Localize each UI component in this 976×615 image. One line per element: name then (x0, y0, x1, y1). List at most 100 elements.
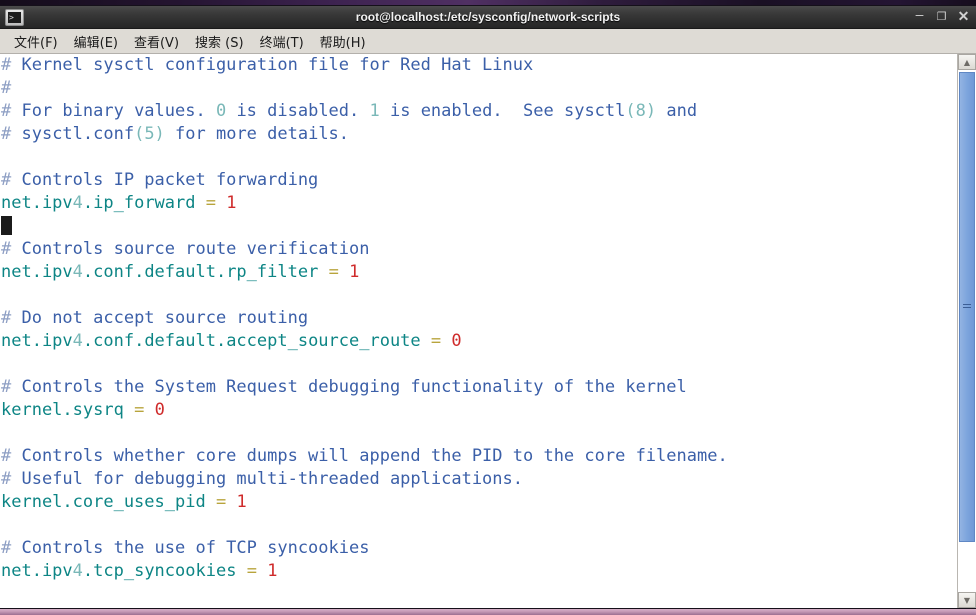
scrollbar-thumb[interactable] (959, 72, 975, 542)
comment-text: 0 (215, 101, 227, 121)
minimize-button[interactable]: – (913, 5, 926, 24)
terminal-line: # Controls IP packet forwarding (0, 169, 957, 192)
config-value: 1 (236, 492, 247, 512)
terminal-window: root@localhost:/etc/sysconfig/network-sc… (0, 6, 976, 608)
terminal-line (0, 353, 957, 376)
comment-hash: # (1, 101, 12, 121)
window-controls: – ❐ ✕ (913, 6, 970, 28)
config-value: 1 (349, 262, 360, 282)
terminal-line: # Controls the System Request debugging … (0, 376, 957, 399)
comment-hash: # (1, 308, 12, 328)
comment-text: and (656, 101, 698, 121)
terminal-line: # Controls source route verification (0, 238, 957, 261)
scroll-up-button[interactable]: ▲ (958, 54, 976, 70)
comment-hash: # (1, 239, 12, 259)
terminal-line (0, 514, 957, 537)
terminal-line: net.ipv4.tcp_syncookies = 1 (0, 560, 957, 583)
terminal-line: # Useful for debugging multi-threaded ap… (0, 468, 957, 491)
config-key-number: 4 (72, 561, 83, 581)
comment-text: Controls whether core dumps will append … (11, 446, 728, 466)
terminal-icon (5, 8, 24, 26)
config-key: net.ipv (1, 331, 73, 351)
desktop-screen: root@localhost:/etc/sysconfig/network-sc… (0, 0, 976, 615)
window-titlebar[interactable]: root@localhost:/etc/sysconfig/network-sc… (0, 6, 976, 29)
close-button[interactable]: ✕ (957, 7, 970, 24)
terminal-line: net.ipv4.conf.default.rp_filter = 1 (0, 261, 957, 284)
menu-item-terminal[interactable]: 终端(T) (252, 30, 312, 53)
comment-text: Useful for debugging multi-threaded appl… (11, 469, 523, 489)
config-key-number: 4 (72, 193, 83, 213)
terminal-line: # For binary values. 0 is disabled. 1 is… (0, 100, 957, 123)
menu-item-help[interactable]: 帮助(H) (312, 30, 374, 53)
window-title: root@localhost:/etc/sysconfig/network-sc… (355, 10, 621, 24)
menu-item-view[interactable]: 查看(V) (126, 30, 187, 53)
comment-text: for more details. (164, 124, 350, 144)
config-value: 0 (154, 400, 165, 420)
terminal-line: kernel.sysrq = 0 (0, 399, 957, 422)
terminal-line (0, 422, 957, 445)
config-key: net.ipv (1, 193, 73, 213)
scrollbar-track[interactable] (958, 70, 976, 592)
config-key: .conf.default.accept_source_route (82, 331, 421, 351)
config-value: 0 (451, 331, 462, 351)
comment-text: (8) (625, 101, 657, 121)
assign-operator: = (134, 400, 145, 420)
menu-item-search[interactable]: 搜索 (S) (187, 30, 252, 53)
comment-text: For binary values. (11, 101, 216, 121)
config-value: 1 (226, 193, 237, 213)
terminal-line (0, 284, 957, 307)
assign-operator: = (328, 262, 339, 282)
terminal-scrollbar[interactable]: ▲ ▼ (957, 54, 976, 608)
assign-operator: = (215, 492, 227, 512)
terminal-line: # Controls whether core dumps will appen… (0, 445, 957, 468)
terminal-line: kernel.core_uses_pid = 1 (0, 491, 957, 514)
chevron-down-icon: ▼ (963, 595, 971, 605)
vim-status-line: "/etc/sysctl.conf" 40L, 1150C 8,0-1 顶端 (0, 585, 957, 608)
terminal-line: # (0, 77, 957, 100)
comment-hash: # (1, 377, 12, 397)
minimize-icon: – (915, 5, 924, 22)
terminal-area: # Kernel sysctl configuration file for R… (0, 54, 976, 608)
comment-hash: # (1, 55, 12, 75)
comment-text: Controls the use of TCP syncookies (11, 538, 370, 558)
config-key-number: 4 (72, 331, 83, 351)
terminal-line: # Do not accept source routing (0, 307, 957, 330)
comment-text: is enabled. See sysctl (379, 101, 626, 121)
terminal-text-area[interactable]: # Kernel sysctl configuration file for R… (0, 54, 957, 608)
comment-hash: # (1, 170, 12, 190)
assign-operator: = (246, 561, 257, 581)
close-icon: ✕ (957, 7, 970, 24)
comment-text: is disabled. (226, 101, 370, 121)
maximize-button[interactable]: ❐ (935, 11, 948, 24)
scroll-down-button[interactable]: ▼ (958, 592, 976, 608)
terminal-line: net.ipv4.conf.default.accept_source_rout… (0, 330, 957, 353)
chevron-up-icon: ▲ (963, 57, 971, 67)
terminal-line (0, 146, 957, 169)
config-key: net.ipv (1, 561, 73, 581)
scrollbar-grip-icon (963, 304, 971, 310)
comment-text: 1 (369, 101, 380, 121)
terminal-line: # Controls the use of TCP syncookies (0, 537, 957, 560)
terminal-line: net.ipv4.ip_forward = 1 (0, 192, 957, 215)
comment-hash: # (1, 446, 12, 466)
comment-text: Controls source route verification (11, 239, 370, 259)
config-key: .conf.default.rp_filter (82, 262, 319, 282)
config-key: kernel.sysrq (1, 400, 124, 420)
menu-bar: 文件(F) 编辑(E) 查看(V) 搜索 (S) 终端(T) 帮助(H) (0, 29, 976, 54)
menu-item-edit[interactable]: 编辑(E) (66, 30, 126, 53)
menu-item-file[interactable]: 文件(F) (6, 30, 66, 53)
